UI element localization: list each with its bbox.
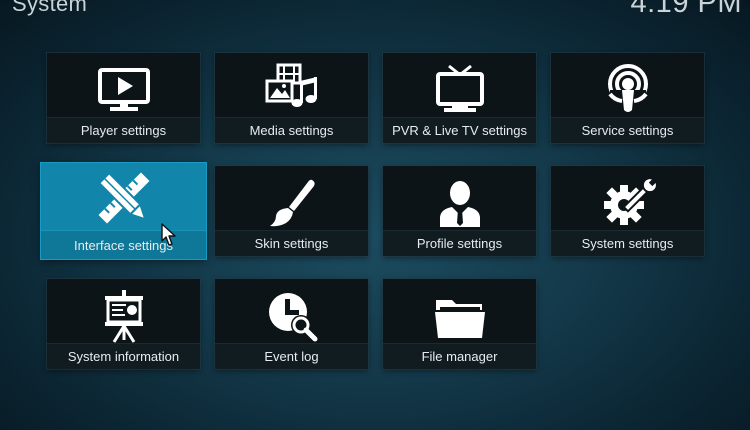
mouse-cursor-icon xyxy=(161,223,176,246)
profile-icon xyxy=(383,174,536,232)
tile-system-settings[interactable]: System settings xyxy=(551,166,704,256)
tile-label: Service settings xyxy=(581,123,674,138)
clock-search-icon xyxy=(215,287,368,345)
tile-skin-settings[interactable]: Skin settings xyxy=(215,166,368,256)
gear-wrench-icon xyxy=(551,174,704,232)
tile-service-settings[interactable]: Service settings xyxy=(551,53,704,143)
monitor-play-icon xyxy=(47,61,200,119)
broadcast-icon xyxy=(551,61,704,119)
tile-event-log[interactable]: Event log xyxy=(215,279,368,369)
tile-label: Profile settings xyxy=(416,236,503,251)
paintbrush-icon xyxy=(215,174,368,232)
tile-profile-settings[interactable]: Profile settings xyxy=(383,166,536,256)
clock: 4:19 PM xyxy=(630,0,742,19)
tile-label: Player settings xyxy=(80,123,167,138)
tile-system-information[interactable]: System information xyxy=(47,279,200,369)
tile-label: File manager xyxy=(421,349,498,364)
tile-label: Media settings xyxy=(249,123,334,138)
tile-file-manager[interactable]: File manager xyxy=(383,279,536,369)
tile-pvr-live-tv-settings[interactable]: PVR & Live TV settings xyxy=(383,53,536,143)
tile-label: Skin settings xyxy=(254,236,329,251)
pencil-ruler-icon xyxy=(41,169,206,227)
tile-player-settings[interactable]: Player settings xyxy=(47,53,200,143)
tile-label: System information xyxy=(67,349,180,364)
media-icon xyxy=(215,61,368,119)
tile-label: System settings xyxy=(581,236,674,251)
presentation-icon xyxy=(47,287,200,345)
folder-icon xyxy=(383,287,536,345)
tile-label: PVR & Live TV settings xyxy=(392,123,527,138)
tile-media-settings[interactable]: Media settings xyxy=(215,53,368,143)
tile-label: Event log xyxy=(264,349,319,364)
tile-label: Interface settings xyxy=(74,237,173,253)
page-title: System xyxy=(12,0,88,16)
tile-interface-settings[interactable]: Interface settings xyxy=(41,163,206,259)
tv-icon xyxy=(383,61,536,119)
